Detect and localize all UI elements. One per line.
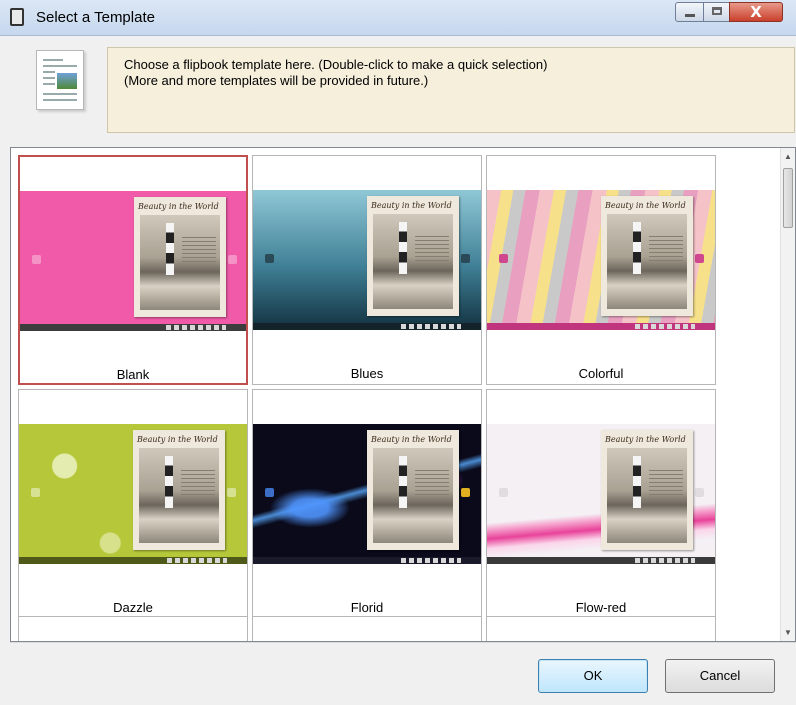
next-arrow-icon [461,488,470,497]
template-colorful[interactable]: Beauty in the World Colorful [486,155,716,385]
minimize-icon [685,14,695,17]
template-next-row-item[interactable] [252,616,482,641]
prev-arrow-icon [31,488,40,497]
ok-button[interactable]: OK [538,659,648,693]
info-box: Choose a flipbook template here. (Double… [107,47,795,133]
template-florid[interactable]: Beauty in the World Florid [252,389,482,619]
window-title: Select a Template [36,9,155,26]
template-preview: Beauty in the World [19,424,247,564]
close-button[interactable]: X [729,2,783,22]
next-arrow-icon [695,488,704,497]
title-bar: Select a Template X [0,0,796,36]
template-label: Florid [350,600,384,615]
book-thumbnail: Beauty in the World [133,430,225,550]
prev-arrow-icon [499,488,508,497]
book-title: Beauty in the World [371,435,452,444]
scroll-up-icon[interactable]: ▲ [781,152,795,161]
template-label: Colorful [578,366,624,381]
scrollbar-thumb[interactable] [783,168,793,228]
next-arrow-icon [695,254,704,263]
info-line-1: Choose a flipbook template here. (Double… [124,57,548,72]
maximize-button[interactable] [703,2,730,22]
footer-divider [10,642,796,643]
template-label: Dazzle [113,600,153,615]
template-preview: Beauty in the World [253,190,481,330]
template-blues[interactable]: Beauty in the World Blues [252,155,482,385]
book-title: Beauty in the World [605,201,686,210]
book-thumbnail: Beauty in the World [134,197,226,317]
template-preview: Beauty in the World [20,191,246,331]
template-grid[interactable]: Beauty in the World Blank Beauty in the … [10,147,796,642]
book-thumbnail: Beauty in the World [601,196,693,316]
minimize-button[interactable] [675,2,704,22]
template-label: Flow-red [575,600,627,615]
book-thumbnail: Beauty in the World [601,430,693,550]
template-preview: Beauty in the World [487,424,715,564]
next-arrow-icon [461,254,470,263]
prev-arrow-icon [499,254,508,263]
scroll-down-icon[interactable]: ▼ [781,628,795,637]
template-flow-red[interactable]: Beauty in the World Flow-red [486,389,716,619]
book-thumbnail: Beauty in the World [367,196,459,316]
book-title: Beauty in the World [137,435,218,444]
template-blank[interactable]: Beauty in the World Blank [18,155,248,385]
book-title: Beauty in the World [605,435,686,444]
window-icon [10,8,24,26]
template-label: Blues [350,366,384,381]
template-dazzle[interactable]: Beauty in the World Dazzle [18,389,248,619]
book-thumbnail: Beauty in the World [367,430,459,550]
prev-arrow-icon [32,255,41,264]
info-line-2: (More and more templates will be provide… [124,73,429,88]
close-icon: X [750,3,762,21]
cancel-button[interactable]: Cancel [665,659,775,693]
document-icon [36,50,84,110]
prev-arrow-icon [265,254,274,263]
template-next-row-item[interactable] [486,616,716,641]
next-arrow-icon [227,488,236,497]
next-arrow-icon [228,255,237,264]
template-next-row-item[interactable] [18,616,248,641]
template-preview: Beauty in the World [487,190,715,330]
template-preview: Beauty in the World [253,424,481,564]
maximize-icon [712,7,722,15]
prev-arrow-icon [265,488,274,497]
book-title: Beauty in the World [371,201,452,210]
template-label: Blank [116,367,150,382]
vertical-scrollbar[interactable]: ▲ ▼ [780,148,795,641]
book-title: Beauty in the World [138,202,219,211]
